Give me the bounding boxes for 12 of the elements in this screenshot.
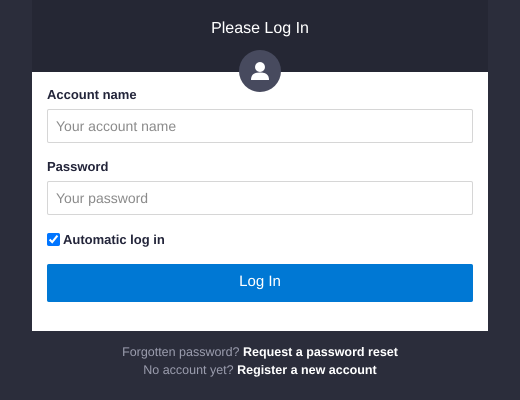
footer-text: Forgotten password? [122, 344, 240, 358]
input-field[interactable]: Your account name [47, 109, 473, 143]
footer-text: No account yet? [143, 362, 234, 376]
field-label: Account name [47, 86, 138, 104]
field-label: Password [47, 158, 110, 176]
dialog-title: Please Log In [210, 19, 310, 39]
input-field[interactable]: Your password [47, 181, 473, 215]
login-button[interactable]: Log In [47, 264, 473, 302]
checkbox-label[interactable]: Automatic log in [63, 230, 165, 250]
footer-link[interactable]: Register a new account [237, 362, 377, 376]
checkbox[interactable] [47, 233, 60, 246]
footer-link[interactable]: Request a password reset [243, 344, 398, 358]
